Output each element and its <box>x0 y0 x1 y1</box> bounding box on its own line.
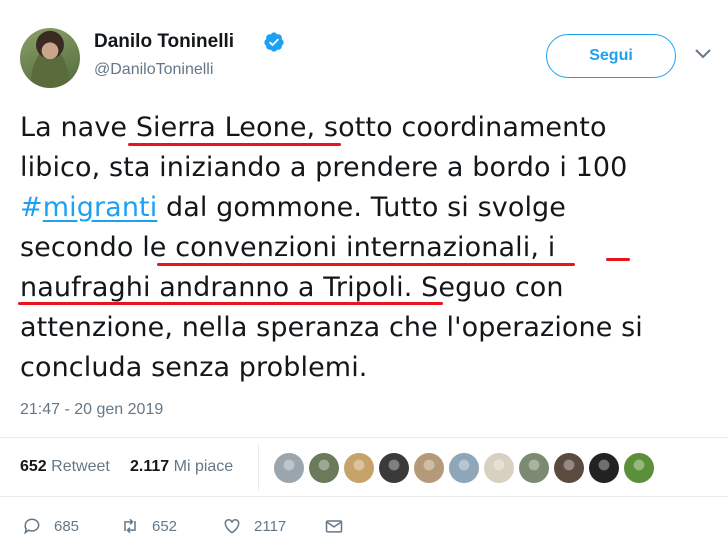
tweet-line: La nave Sierra Leone, sotto coordinament… <box>20 112 607 143</box>
retweet-count: 652 <box>152 517 178 535</box>
divider <box>0 496 728 497</box>
liker-avatar[interactable] <box>554 453 584 483</box>
tweet-line: secondo le convenzioni internazionali, i <box>20 232 556 263</box>
divider <box>258 444 259 490</box>
liker-avatar[interactable] <box>309 453 339 483</box>
liker-avatar[interactable] <box>449 453 479 483</box>
envelope-icon <box>325 520 343 533</box>
tweet-timestamp[interactable]: 21:47 - 20 gen 2019 <box>20 401 163 419</box>
liker-avatars <box>274 453 654 483</box>
tweet-line: concluda senza problemi. <box>20 352 368 383</box>
red-underline-mark <box>157 263 575 266</box>
red-underline-mark <box>606 258 630 261</box>
author-avatar[interactable] <box>20 28 80 88</box>
red-underline-mark <box>128 143 341 146</box>
liker-avatar[interactable] <box>589 453 619 483</box>
liker-avatar[interactable] <box>379 453 409 483</box>
tweet-line: attenzione, nella speranza che l'operazi… <box>20 312 643 343</box>
tweet-line: #migranti dal gommone. Tutto si svolge <box>20 192 566 223</box>
liker-avatar[interactable] <box>344 453 374 483</box>
chevron-down-icon[interactable] <box>694 48 712 60</box>
reply-count: 685 <box>54 517 80 535</box>
author-handle[interactable]: @DaniloToninelli <box>94 61 213 79</box>
liker-avatar[interactable] <box>519 453 549 483</box>
follow-button[interactable]: Segui <box>546 34 676 78</box>
retweet-button[interactable]: 652 <box>120 516 177 536</box>
direct-message-button[interactable] <box>324 516 344 536</box>
tweet-line: libico, sta iniziando a prendere a bordo… <box>20 152 628 183</box>
red-underline-mark <box>18 302 443 305</box>
like-count: 2117 <box>254 517 287 535</box>
likes-stat[interactable]: 2.117 Mi piace <box>130 458 233 476</box>
liker-avatar[interactable] <box>274 453 304 483</box>
author-name[interactable]: Danilo Toninelli <box>94 31 234 53</box>
retweet-icon <box>124 518 136 534</box>
reply-icon <box>24 518 40 535</box>
liker-avatar[interactable] <box>414 453 444 483</box>
retweet-stat[interactable]: 652 Retweet <box>20 458 110 476</box>
reply-button[interactable]: 685 <box>22 516 79 536</box>
verified-badge-icon <box>264 32 284 52</box>
hashtag-link[interactable]: #migranti <box>20 192 157 223</box>
divider <box>0 437 728 438</box>
like-button[interactable]: 2117 <box>222 516 286 536</box>
heart-icon <box>224 518 240 534</box>
liker-avatar[interactable] <box>484 453 514 483</box>
liker-avatar[interactable] <box>624 453 654 483</box>
